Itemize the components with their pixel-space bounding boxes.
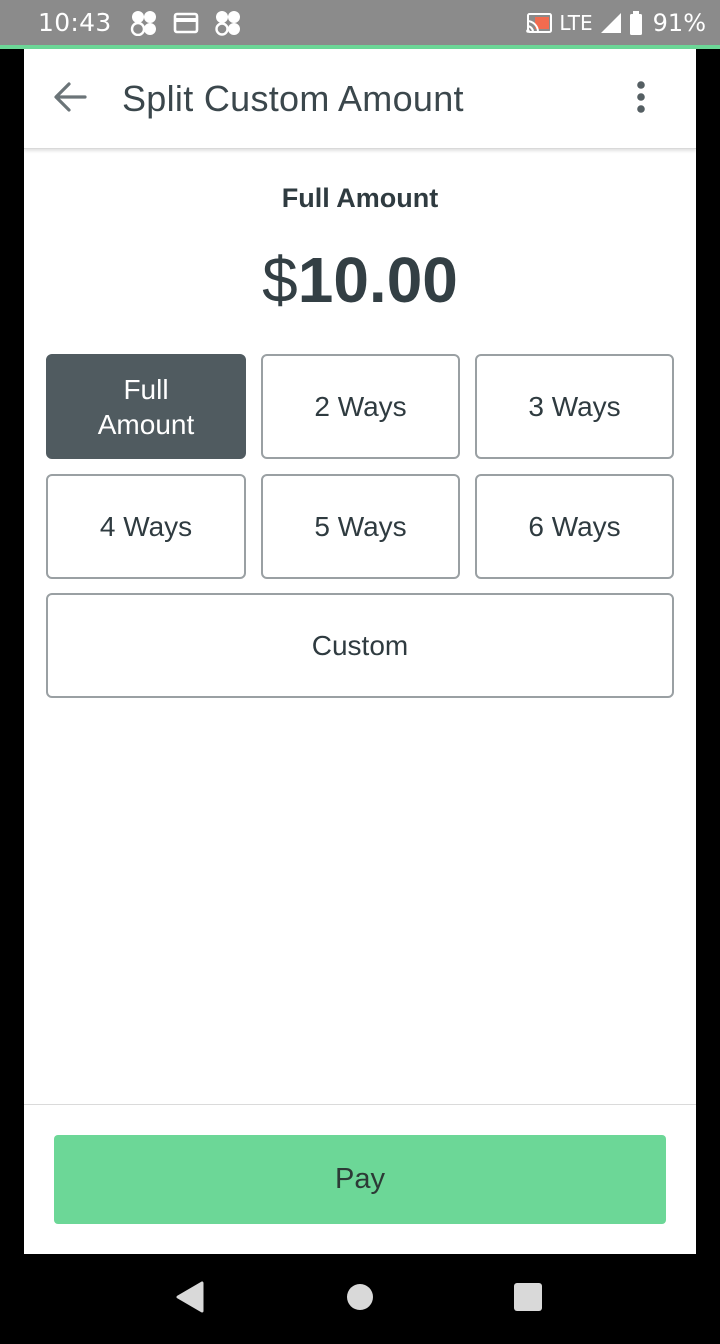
amount-value: 10.00 [297, 244, 458, 316]
pay-button[interactable]: Pay [54, 1135, 666, 1224]
home-circle-icon [346, 1283, 374, 1316]
divider [24, 1104, 696, 1105]
option-4-ways[interactable]: 4 Ways [46, 474, 246, 579]
signal-icon [597, 11, 625, 35]
cast-icon [525, 11, 553, 35]
system-nav-bar [0, 1254, 720, 1344]
arrow-left-icon [52, 81, 88, 118]
option-label: 3 Ways [528, 391, 621, 422]
status-bar: 10:43 LTE 91% [0, 0, 720, 45]
option-5-ways[interactable]: 5 Ways [261, 474, 460, 579]
option-3-ways[interactable]: 3 Ways [475, 354, 674, 459]
battery-icon [629, 10, 643, 35]
option-2-ways[interactable]: 2 Ways [261, 354, 460, 459]
option-6-ways[interactable]: 6 Ways [475, 474, 674, 579]
amount-label: Full Amount [281, 183, 439, 213]
card-icon [172, 11, 200, 35]
more-vertical-icon [636, 80, 646, 118]
app-screen: Split Custom Amount Full Amount $10.00 F… [24, 49, 696, 1254]
back-button[interactable] [48, 77, 92, 121]
nav-back-button[interactable] [145, 1254, 235, 1344]
status-time: 10:43 [38, 8, 112, 37]
clover-icon [130, 10, 158, 36]
page-title: Split Custom Amount [122, 78, 464, 119]
clover-outline-icon [214, 10, 242, 36]
back-triangle-icon [175, 1281, 205, 1318]
option-label: 2 Ways [314, 391, 407, 422]
recents-square-icon [513, 1282, 543, 1317]
amount-display: $10.00 [24, 245, 696, 333]
nav-home-button[interactable] [315, 1254, 405, 1344]
option-custom[interactable]: Custom [46, 593, 674, 698]
option-full-amount[interactable]: Full Amount [46, 354, 246, 459]
option-label: 6 Ways [528, 511, 621, 542]
option-label: Custom [311, 630, 409, 661]
nav-recents-button[interactable] [483, 1254, 573, 1344]
option-label: Full Amount [97, 373, 195, 440]
option-label: 5 Ways [314, 511, 407, 542]
network-type: LTE [559, 10, 593, 35]
option-label: 4 Ways [99, 511, 193, 542]
currency-symbol: $ [262, 244, 298, 316]
app-bar: Split Custom Amount [24, 49, 696, 149]
more-options-button[interactable] [626, 77, 656, 121]
battery-percent: 91% [652, 8, 706, 37]
